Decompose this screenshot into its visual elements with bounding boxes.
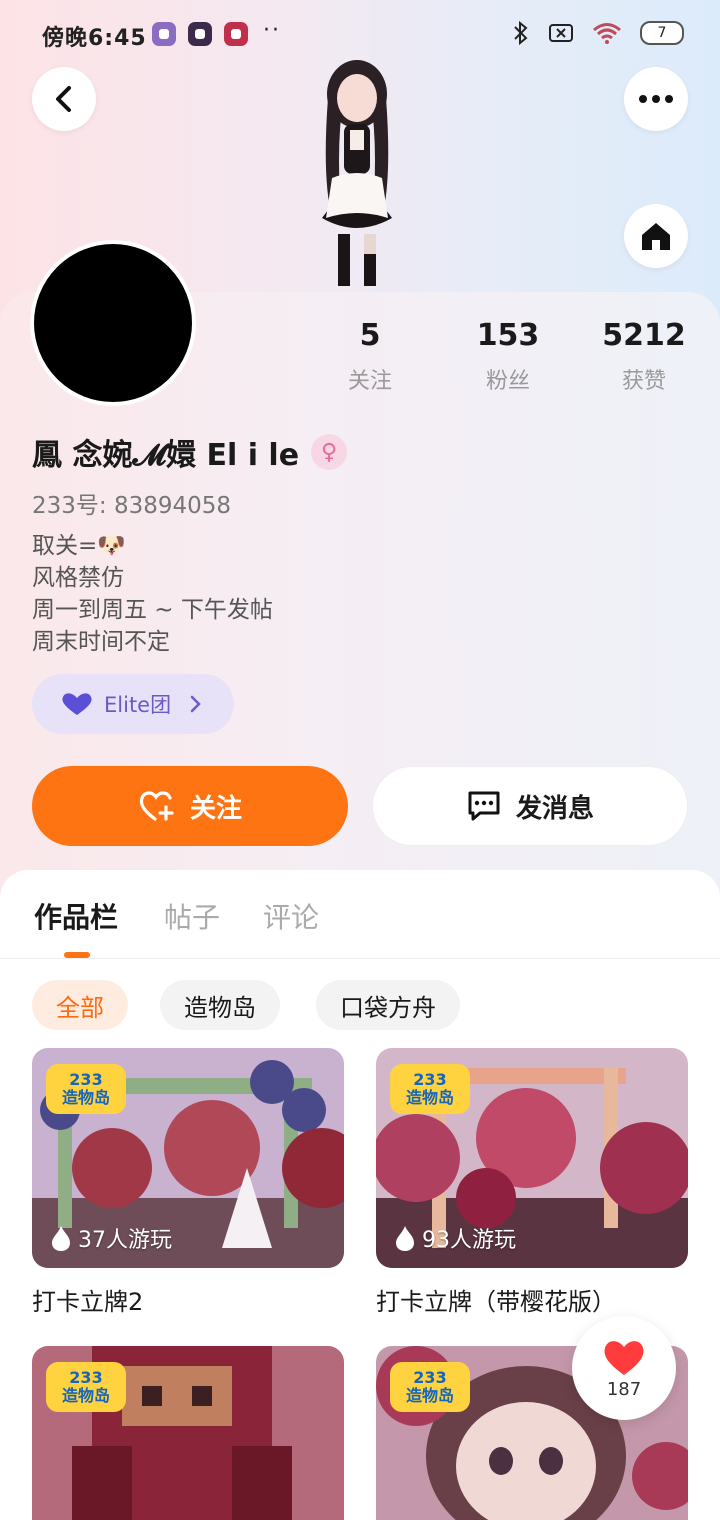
tab-posts[interactable]: 帖子	[164, 896, 220, 936]
bio-line: 风格禁仿	[32, 565, 124, 591]
status-time: 傍晚6:45	[42, 26, 147, 51]
wifi-icon	[593, 23, 621, 44]
followers-stat[interactable]: 153 粉丝	[438, 318, 578, 395]
following-count: 5	[359, 318, 381, 353]
player-count: 37人游玩	[50, 1222, 172, 1254]
user-avatar[interactable]	[30, 240, 196, 406]
app-notification-icon	[188, 22, 212, 46]
chat-bubble-icon	[468, 791, 500, 821]
app-notification-icon	[224, 22, 248, 46]
more-options-button[interactable]	[624, 67, 688, 131]
no-sim-icon	[549, 24, 573, 42]
tab-comments[interactable]: 评论	[263, 896, 319, 936]
user-bio: 取关=🐶 风格禁仿 周一到周五 ~ 下午发帖 周末时间不定	[32, 530, 273, 658]
filter-all[interactable]: 全部	[32, 980, 128, 1030]
creation-island-badge: 233 造物岛	[390, 1064, 470, 1114]
following-stat[interactable]: 5 关注	[300, 318, 440, 395]
like-button[interactable]: 187	[572, 1316, 676, 1420]
battery-icon: 7	[640, 21, 684, 45]
flame-icon	[52, 1226, 70, 1251]
game-card[interactable]: 233 造物岛 93人游玩	[376, 1048, 688, 1268]
elite-group-label: Elite团	[104, 693, 172, 717]
creation-island-badge: 233 造物岛	[390, 1362, 470, 1412]
bio-line: 周一到周五 ~ 下午发帖	[32, 597, 273, 623]
chevron-right-icon	[190, 695, 201, 713]
follow-label: 关注	[189, 793, 242, 824]
home-icon	[642, 223, 670, 250]
heart-icon	[604, 1340, 644, 1375]
following-label: 关注	[347, 369, 392, 394]
tab-divider	[0, 958, 720, 959]
send-message-button[interactable]: 发消息	[372, 766, 688, 846]
user-name-row: 鳳 念婉𝓜嬛 El i le ♀	[32, 430, 348, 474]
followers-count: 153	[476, 318, 540, 353]
likes-count: 5212	[602, 318, 686, 353]
creation-island-badge: 233 造物岛	[46, 1362, 126, 1412]
like-count: 187	[606, 1378, 642, 1400]
game-card[interactable]: 233 造物岛 37人游玩	[32, 1048, 344, 1268]
back-button[interactable]	[32, 67, 96, 131]
likes-label: 获赞	[621, 369, 666, 394]
game-title[interactable]: 打卡立牌（带樱花版）	[376, 1282, 616, 1317]
more-notifications-icon: ··	[263, 18, 281, 43]
likes-stat: 5212 获赞	[574, 318, 714, 395]
game-title[interactable]: 打卡立牌2	[32, 1282, 143, 1317]
player-count: 93人游玩	[394, 1222, 516, 1254]
send-message-label: 发消息	[515, 793, 594, 824]
filter-creation-island[interactable]: 造物岛	[160, 980, 280, 1030]
user-id: 233号: 83894058	[32, 493, 232, 519]
creation-island-badge: 233 造物岛	[46, 1064, 126, 1114]
filter-pocket-ark[interactable]: 口袋方舟	[316, 980, 460, 1030]
flame-icon	[396, 1226, 414, 1251]
home-button[interactable]	[624, 204, 688, 268]
game-card[interactable]: 233 造物岛	[32, 1346, 344, 1520]
user-name: 鳳 念婉𝓜嬛 El i le	[32, 438, 300, 473]
bluetooth-icon	[514, 20, 528, 46]
heart-plus-icon	[139, 791, 174, 821]
character-avatar-image	[322, 60, 392, 286]
heart-badge-icon	[62, 693, 92, 715]
bio-line: 周末时间不定	[32, 629, 170, 655]
tab-works[interactable]: 作品栏	[34, 896, 118, 936]
follow-button[interactable]: 关注	[32, 766, 348, 846]
app-notification-icon	[152, 22, 176, 46]
chevron-left-icon	[56, 86, 71, 112]
elite-group-button[interactable]: Elite团	[32, 674, 234, 734]
bio-line: 取关=🐶	[32, 533, 126, 559]
followers-label: 粉丝	[485, 369, 530, 394]
more-icon	[639, 95, 673, 103]
female-icon: ♀	[311, 434, 348, 470]
